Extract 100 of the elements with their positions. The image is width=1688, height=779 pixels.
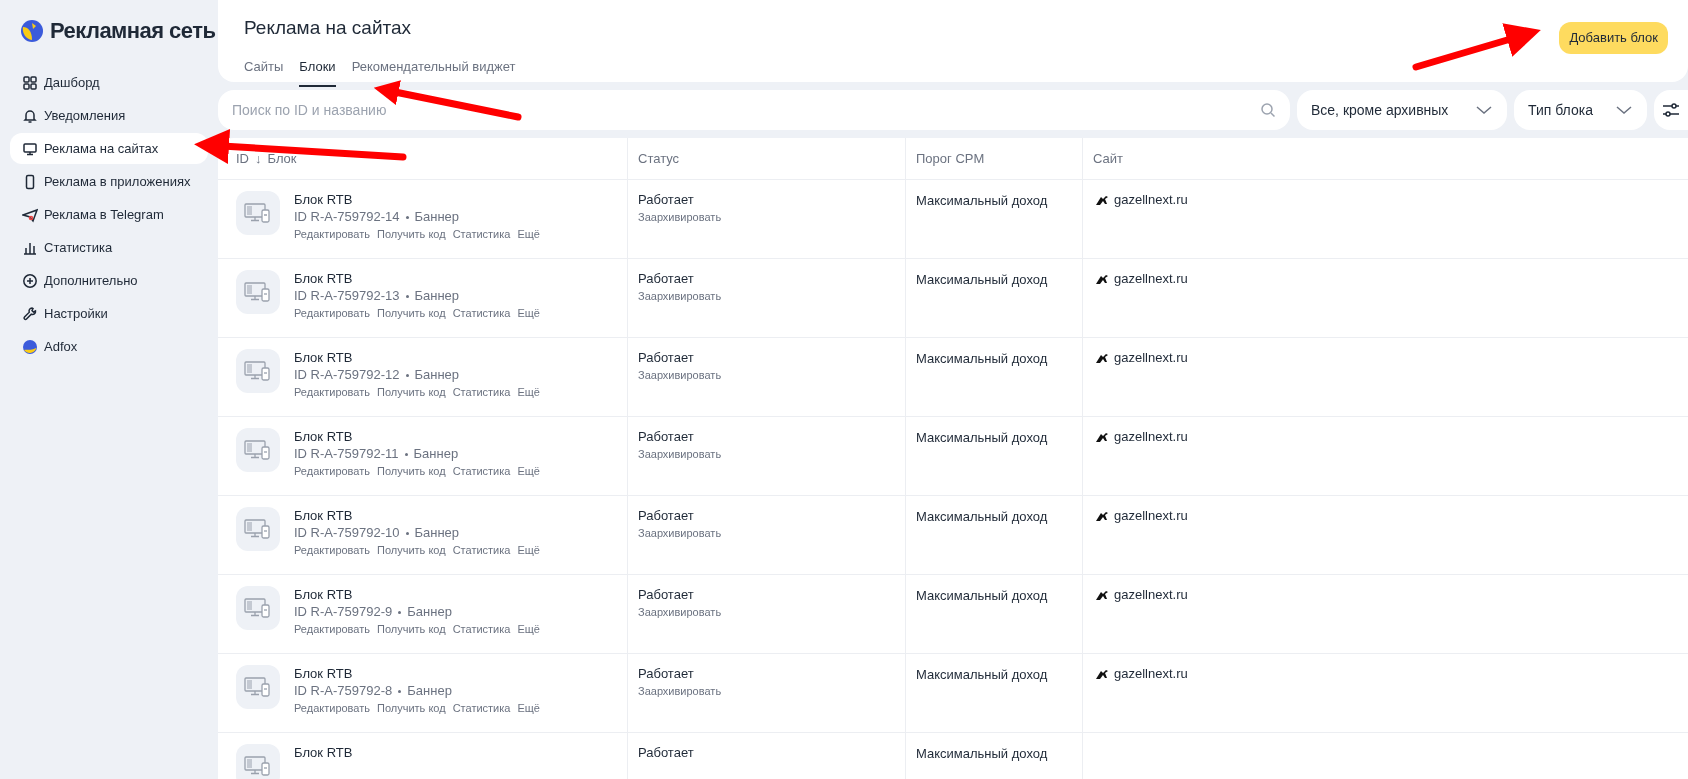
status-text: Работает bbox=[638, 349, 695, 366]
archive-link[interactable]: Заархивировать bbox=[638, 682, 905, 700]
row-action-link[interactable]: Ещё bbox=[517, 463, 540, 479]
archive-link[interactable]: Заархивировать bbox=[638, 603, 905, 621]
archive-link[interactable]: Заархивировать bbox=[638, 524, 905, 542]
row-action-link[interactable]: Получить код bbox=[377, 463, 446, 479]
sidebar-item[interactable]: Реклама в приложениях bbox=[10, 166, 208, 197]
sort-arrow-icon[interactable]: ↓ bbox=[255, 148, 262, 169]
plus-circle-icon bbox=[22, 272, 38, 289]
row-action-link[interactable]: Статистика bbox=[452, 305, 511, 321]
status-text: Работает bbox=[638, 270, 695, 287]
tab[interactable]: Сайты bbox=[244, 56, 284, 87]
status-select[interactable]: Все, кроме архивных bbox=[1297, 90, 1507, 130]
block-id: ID R-A-759792-10 bbox=[294, 524, 400, 542]
gazelle-icon bbox=[1095, 193, 1109, 206]
block-thumbnail-icon bbox=[236, 665, 280, 709]
gazelle-icon bbox=[1095, 351, 1109, 364]
site-link[interactable]: gazellnext.ru bbox=[1114, 665, 1188, 682]
block-format: Баннер bbox=[407, 603, 452, 621]
row-action-link[interactable]: Получить код bbox=[377, 384, 446, 400]
row-action-link[interactable]: Редактировать bbox=[294, 305, 370, 321]
archive-link[interactable]: Заархивировать bbox=[638, 287, 905, 305]
row-action-link[interactable]: Редактировать bbox=[294, 384, 370, 400]
block-title[interactable]: Блок RTB bbox=[294, 270, 540, 287]
column-header[interactable]: ID bbox=[236, 148, 249, 169]
sidebar-item[interactable]: Реклама в Telegram bbox=[10, 199, 208, 230]
row-action-link[interactable]: Статистика bbox=[452, 226, 511, 242]
column-header: Сайт bbox=[1093, 149, 1123, 168]
block-title[interactable]: Блок RTB bbox=[294, 744, 353, 761]
sidebar-item[interactable]: Дополнительно bbox=[10, 265, 208, 296]
block-title[interactable]: Блок RTB bbox=[294, 428, 540, 445]
tab[interactable]: Блоки bbox=[299, 56, 336, 87]
row-action-link[interactable]: Получить код bbox=[377, 700, 446, 716]
row-action-link[interactable]: Статистика bbox=[452, 542, 511, 558]
block-title[interactable]: Блок RTB bbox=[294, 665, 540, 682]
archive-link[interactable]: Заархивировать bbox=[638, 445, 905, 463]
cpm-threshold-text: Максимальный доход bbox=[916, 588, 1048, 603]
sidebar-item[interactable]: Adfox bbox=[10, 331, 208, 362]
block-format: Баннер bbox=[407, 682, 452, 700]
cpm-threshold-text: Максимальный доход bbox=[916, 509, 1048, 524]
add-block-button[interactable]: Добавить блок bbox=[1559, 22, 1668, 54]
row-action-link[interactable]: Редактировать bbox=[294, 621, 370, 637]
page-title: Реклама на сайтах bbox=[244, 16, 413, 40]
block-thumbnail-icon bbox=[236, 270, 280, 314]
site-link[interactable]: gazellnext.ru bbox=[1114, 191, 1188, 208]
sidebar-item[interactable]: Реклама на сайтах bbox=[10, 133, 208, 164]
row-action-link[interactable]: Получить код bbox=[377, 621, 446, 637]
row-action-link[interactable]: Получить код bbox=[377, 542, 446, 558]
row-action-link[interactable]: Статистика bbox=[452, 463, 511, 479]
row-action-link[interactable]: Ещё bbox=[517, 542, 540, 558]
gazelle-icon bbox=[1095, 272, 1109, 285]
block-format: Баннер bbox=[414, 287, 460, 305]
monitor-icon bbox=[22, 140, 38, 157]
logo-icon bbox=[20, 18, 44, 43]
cpm-threshold-text: Максимальный доход bbox=[916, 746, 1048, 761]
block-thumbnail-icon bbox=[236, 586, 280, 630]
site-link[interactable]: gazellnext.ru bbox=[1114, 507, 1188, 524]
block-title[interactable]: Блок RTB bbox=[294, 349, 540, 366]
row-action-link[interactable]: Статистика bbox=[452, 700, 511, 716]
row-action-link[interactable]: Получить код bbox=[377, 226, 446, 242]
sidebar-item[interactable]: Дашборд bbox=[10, 67, 208, 98]
block-type-select[interactable]: Тип блока bbox=[1514, 90, 1647, 130]
column-header: Статус bbox=[638, 149, 680, 168]
row-action-link[interactable]: Статистика bbox=[452, 621, 511, 637]
status-text: Работает bbox=[638, 744, 695, 761]
block-title[interactable]: Блок RTB bbox=[294, 586, 540, 603]
row-action-link[interactable]: Получить код bbox=[377, 305, 446, 321]
row-action-link[interactable]: Ещё bbox=[517, 384, 540, 400]
sidebar-item[interactable]: Настройки bbox=[10, 298, 208, 329]
block-id: ID R-A-759792-14 bbox=[294, 208, 400, 226]
block-title[interactable]: Блок RTB bbox=[294, 507, 540, 524]
filter-settings-button[interactable] bbox=[1654, 90, 1688, 130]
block-id: ID R-A-759792-11 bbox=[294, 445, 399, 463]
status-text: Работает bbox=[638, 428, 695, 445]
status-text: Работает bbox=[638, 191, 695, 208]
row-action-link[interactable]: Ещё bbox=[517, 226, 540, 242]
site-link[interactable]: gazellnext.ru bbox=[1114, 428, 1188, 445]
row-action-link[interactable]: Ещё bbox=[517, 700, 540, 716]
block-format: Баннер bbox=[414, 524, 460, 542]
archive-link[interactable]: Заархивировать bbox=[638, 208, 905, 226]
row-action-link[interactable]: Редактировать bbox=[294, 700, 370, 716]
sidebar-item[interactable]: Уведомления bbox=[10, 100, 208, 131]
row-action-link[interactable]: Редактировать bbox=[294, 226, 370, 242]
block-format: Баннер bbox=[414, 208, 460, 226]
block-title[interactable]: Блок RTB bbox=[294, 191, 540, 208]
tab[interactable]: Рекомендательный виджет bbox=[351, 56, 516, 87]
gazelle-icon bbox=[1095, 667, 1109, 680]
row-action-link[interactable]: Статистика bbox=[452, 384, 511, 400]
row-action-link[interactable]: Редактировать bbox=[294, 463, 370, 479]
archive-link[interactable]: Заархивировать bbox=[638, 366, 905, 384]
row-action-link[interactable]: Ещё bbox=[517, 621, 540, 637]
row-action-link[interactable]: Редактировать bbox=[294, 542, 370, 558]
site-link[interactable]: gazellnext.ru bbox=[1114, 270, 1188, 287]
block-id: ID R-A-759792-13 bbox=[294, 287, 400, 305]
site-link[interactable]: gazellnext.ru bbox=[1114, 586, 1188, 603]
sidebar-item[interactable]: Статистика bbox=[10, 232, 208, 263]
site-link[interactable]: gazellnext.ru bbox=[1114, 349, 1188, 366]
row-action-link[interactable]: Ещё bbox=[517, 305, 540, 321]
block-thumbnail-icon bbox=[236, 191, 280, 235]
cpm-threshold-text: Максимальный доход bbox=[916, 272, 1048, 287]
